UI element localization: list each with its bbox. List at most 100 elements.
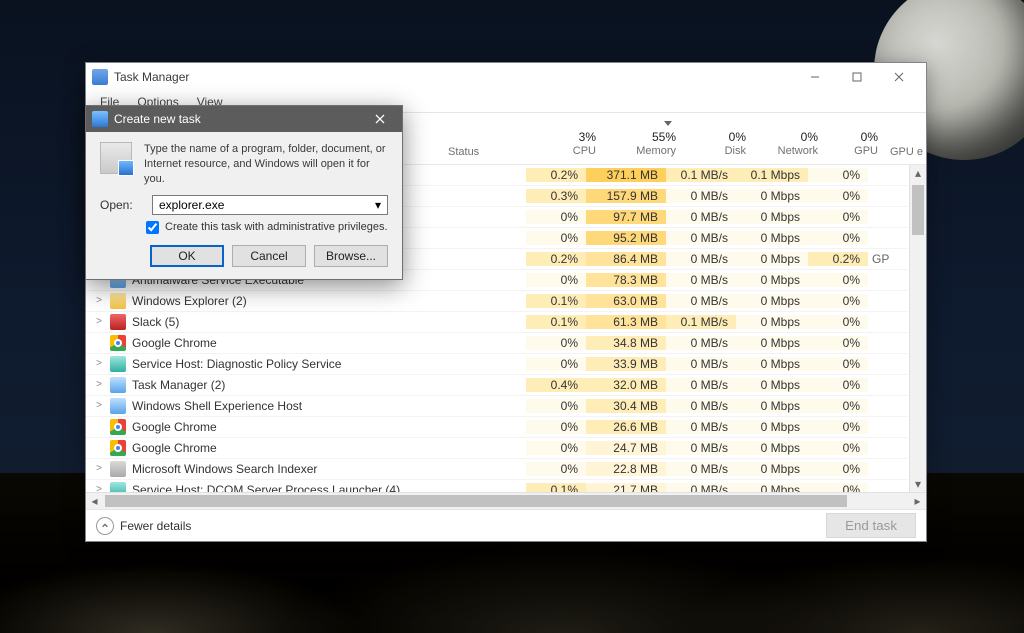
titlebar[interactable]: Task Manager <box>86 63 926 91</box>
cell-network: 0 Mbps <box>736 273 808 287</box>
cell-disk: 0 MB/s <box>666 378 736 392</box>
open-label: Open: <box>100 198 146 212</box>
cell-disk: 0.1 MB/s <box>666 315 736 329</box>
cell-cpu: 0.3% <box>526 189 586 203</box>
create-new-task-dialog: Create new task Type the name of a progr… <box>85 105 403 280</box>
expand-icon[interactable]: > <box>94 379 104 390</box>
cell-cpu: 0.4% <box>526 378 586 392</box>
col-gpu[interactable]: 0%GPU <box>826 130 886 158</box>
hscroll-thumb[interactable] <box>105 495 847 507</box>
browse-button[interactable]: Browse... <box>314 245 388 267</box>
chevron-down-icon[interactable]: ▾ <box>370 197 386 213</box>
chevron-up-icon <box>96 517 114 535</box>
cell-disk: 0 MB/s <box>666 420 736 434</box>
open-combobox[interactable]: ▾ <box>152 195 388 215</box>
cell-memory: 97.7 MB <box>586 210 666 224</box>
process-icon <box>110 419 126 435</box>
scroll-left-icon[interactable]: ◂ <box>86 493 103 509</box>
cell-gpu: 0% <box>808 336 868 350</box>
cell-network: 0 Mbps <box>736 462 808 476</box>
minimize-button[interactable] <box>794 63 836 91</box>
cell-gpu: 0% <box>808 168 868 182</box>
expand-icon[interactable] <box>94 337 104 348</box>
cell-memory: 26.6 MB <box>586 420 666 434</box>
table-row[interactable]: >Service Host: Diagnostic Policy Service… <box>86 354 908 375</box>
end-task-button[interactable]: End task <box>826 513 916 538</box>
col-network[interactable]: 0%Network <box>754 130 826 158</box>
cell-cpu: 0.2% <box>526 168 586 182</box>
cell-gpu: 0% <box>808 462 868 476</box>
scroll-down-icon[interactable]: ▾ <box>910 475 926 492</box>
expand-icon[interactable]: > <box>94 358 104 369</box>
col-cpu[interactable]: 3%CPU <box>544 130 604 158</box>
cell-gpu-engine: GP <box>868 252 908 266</box>
process-name: Microsoft Windows Search Indexer <box>132 462 317 476</box>
process-name: Google Chrome <box>132 420 217 434</box>
cell-gpu: 0% <box>808 315 868 329</box>
open-input[interactable] <box>152 195 388 215</box>
cell-cpu: 0% <box>526 399 586 413</box>
col-gpu-engine[interactable]: GPU e <box>886 146 926 158</box>
cell-memory: 157.9 MB <box>586 189 666 203</box>
col-memory[interactable]: 55%Memory <box>604 117 684 158</box>
dialog-description: Type the name of a program, folder, docu… <box>144 142 388 187</box>
cell-cpu: 0% <box>526 231 586 245</box>
dialog-title: Create new task <box>114 112 201 126</box>
vertical-scrollbar[interactable]: ▴ ▾ <box>909 165 926 492</box>
table-row[interactable]: Google Chrome0%34.8 MB0 MB/s0 Mbps0% <box>86 333 908 354</box>
scroll-right-icon[interactable]: ▸ <box>909 493 926 509</box>
scroll-thumb[interactable] <box>912 185 924 235</box>
expand-icon[interactable]: > <box>94 484 104 492</box>
maximize-button[interactable] <box>836 63 878 91</box>
table-row[interactable]: >Task Manager (2)0.4%32.0 MB0 MB/s0 Mbps… <box>86 375 908 396</box>
expand-icon[interactable] <box>94 421 104 432</box>
cell-memory: 95.2 MB <box>586 231 666 245</box>
cell-gpu: 0% <box>808 357 868 371</box>
cell-network: 0 Mbps <box>736 315 808 329</box>
statusbar: Fewer details End task <box>86 509 926 541</box>
process-icon <box>110 482 126 492</box>
table-row[interactable]: >Windows Explorer (2)0.1%63.0 MB0 MB/s0 … <box>86 291 908 312</box>
col-disk[interactable]: 0%Disk <box>684 130 754 158</box>
cell-cpu: 0% <box>526 420 586 434</box>
cell-gpu: 0.2% <box>808 252 868 266</box>
admin-label: Create this task with administrative pri… <box>165 221 388 233</box>
cell-memory: 61.3 MB <box>586 315 666 329</box>
cancel-button[interactable]: Cancel <box>232 245 306 267</box>
cell-gpu: 0% <box>808 210 868 224</box>
cell-cpu: 0% <box>526 336 586 350</box>
admin-checkbox[interactable] <box>146 221 159 234</box>
horizontal-scrollbar[interactable]: ◂ ▸ <box>86 492 926 509</box>
cell-disk: 0 MB/s <box>666 441 736 455</box>
dialog-titlebar[interactable]: Create new task <box>86 106 402 132</box>
cell-memory: 78.3 MB <box>586 273 666 287</box>
cell-network: 0 Mbps <box>736 399 808 413</box>
expand-icon[interactable] <box>94 442 104 453</box>
cell-disk: 0.1 MB/s <box>666 168 736 182</box>
cell-memory: 32.0 MB <box>586 378 666 392</box>
table-row[interactable]: >Windows Shell Experience Host0%30.4 MB0… <box>86 396 908 417</box>
expand-icon[interactable]: > <box>94 316 104 327</box>
cell-memory: 63.0 MB <box>586 294 666 308</box>
expand-icon[interactable]: > <box>94 295 104 306</box>
cell-gpu: 0% <box>808 420 868 434</box>
dialog-close-button[interactable] <box>364 106 396 132</box>
cell-network: 0 Mbps <box>736 336 808 350</box>
table-row[interactable]: >Slack (5)0.1%61.3 MB0.1 MB/s0 Mbps0% <box>86 312 908 333</box>
process-name: Windows Shell Experience Host <box>132 399 302 413</box>
expand-icon[interactable]: > <box>94 400 104 411</box>
process-icon <box>110 398 126 414</box>
expand-icon[interactable]: > <box>94 463 104 474</box>
cell-network: 0 Mbps <box>736 357 808 371</box>
col-status[interactable]: Status <box>444 146 544 158</box>
fewer-details-toggle[interactable]: Fewer details <box>96 517 191 535</box>
table-row[interactable]: Google Chrome0%24.7 MB0 MB/s0 Mbps0% <box>86 438 908 459</box>
table-row[interactable]: >Service Host: DCOM Server Process Launc… <box>86 480 908 492</box>
table-row[interactable]: >Microsoft Windows Search Indexer0%22.8 … <box>86 459 908 480</box>
cell-disk: 0 MB/s <box>666 231 736 245</box>
table-row[interactable]: Google Chrome0%26.6 MB0 MB/s0 Mbps0% <box>86 417 908 438</box>
close-button[interactable] <box>878 63 920 91</box>
scroll-up-icon[interactable]: ▴ <box>910 165 926 182</box>
cell-gpu: 0% <box>808 189 868 203</box>
ok-button[interactable]: OK <box>150 245 224 267</box>
